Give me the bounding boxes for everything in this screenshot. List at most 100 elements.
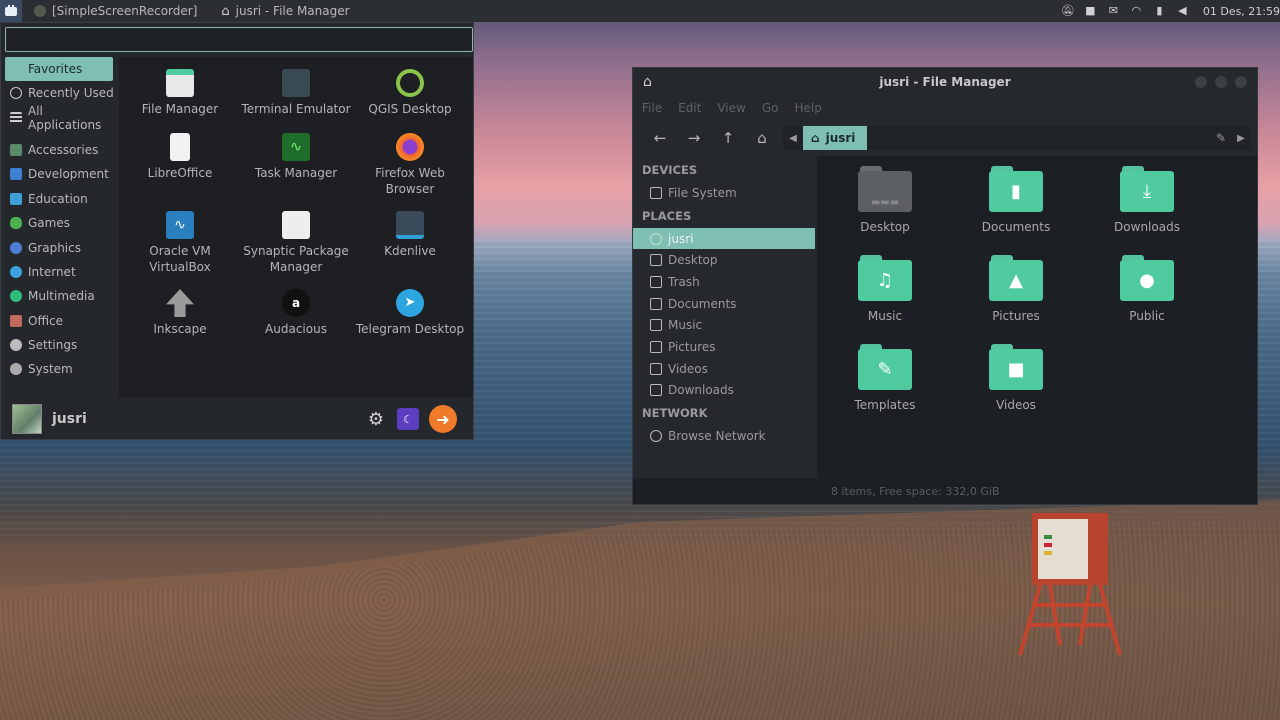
- file-item-music[interactable]: ♫ Music: [830, 255, 940, 323]
- app-terminal-emulator[interactable]: Terminal Emulator: [237, 69, 355, 117]
- menu-edit[interactable]: Edit: [678, 101, 701, 115]
- file-item-pictures[interactable]: ▲ Pictures: [961, 255, 1071, 323]
- app-audacious[interactable]: a Audacious: [237, 289, 355, 337]
- sidebar-item-downloads[interactable]: Downloads: [633, 380, 817, 402]
- download-icon: [650, 384, 662, 397]
- sidebar-item-pictures[interactable]: Pictures: [633, 336, 817, 358]
- office-icon: [10, 314, 22, 327]
- app-inkscape[interactable]: Inkscape: [121, 289, 239, 337]
- category-office[interactable]: Office: [1, 309, 117, 333]
- window-title: jusri - File Manager: [879, 75, 1011, 89]
- battery-icon[interactable]: ▮: [1153, 5, 1166, 17]
- app-grid: File Manager Terminal Emulator QGIS Desk…: [119, 57, 473, 397]
- up-arrow-icon[interactable]: ↑: [711, 129, 745, 147]
- category-all-applications[interactable]: All Applications: [1, 104, 117, 132]
- forward-arrow-icon[interactable]: →: [677, 129, 711, 147]
- virtualbox-icon: ∿: [166, 211, 194, 239]
- category-settings[interactable]: Settings: [1, 333, 117, 357]
- lock-screen-icon[interactable]: ☾: [397, 408, 419, 430]
- file-item-documents[interactable]: ▮ Documents: [961, 166, 1071, 234]
- category-favorites[interactable]: Favorites: [5, 57, 113, 81]
- home-icon: [650, 232, 662, 245]
- menu-search-input[interactable]: [5, 27, 473, 52]
- path-scroll-right-icon[interactable]: ▶: [1231, 133, 1251, 144]
- file-item-public[interactable]: ● Public: [1092, 255, 1202, 323]
- section-network: NETWORK: [642, 406, 708, 421]
- file-item-videos[interactable]: ■ Videos: [961, 344, 1071, 412]
- category-recently-used[interactable]: Recently Used: [1, 81, 117, 105]
- volume-icon[interactable]: ◀: [1176, 5, 1189, 17]
- home-icon: ⌂: [221, 3, 230, 19]
- app-synaptic-package-manager[interactable]: Synaptic Package Manager: [237, 211, 355, 275]
- menu-file[interactable]: File: [642, 101, 662, 115]
- notifications-muted-icon[interactable]: 🔕︎: [1061, 5, 1075, 17]
- downloads-folder-icon: ⤓: [1120, 166, 1174, 212]
- category-games[interactable]: Games: [1, 211, 117, 235]
- app-firefox-web-browser[interactable]: Firefox Web Browser: [351, 133, 469, 197]
- category-internet[interactable]: Internet: [1, 260, 117, 284]
- logout-icon[interactable]: ➜: [429, 405, 457, 433]
- sidebar-item-home[interactable]: jusri: [633, 227, 815, 250]
- category-accessories[interactable]: Accessories: [1, 138, 117, 162]
- window-titlebar[interactable]: ⌂ jusri - File Manager: [633, 68, 1257, 96]
- mail-icon[interactable]: ✉: [1107, 5, 1120, 17]
- avatar: [12, 404, 42, 434]
- videos-folder-icon: ■: [989, 344, 1043, 390]
- sidebar-item-videos[interactable]: Videos: [633, 358, 817, 380]
- screen-recorder-icon: [34, 5, 46, 17]
- file-item-templates[interactable]: ✎ Templates: [830, 344, 940, 412]
- menu-help[interactable]: Help: [794, 101, 821, 115]
- sidebar-item-browse-network[interactable]: Browse Network: [633, 425, 817, 447]
- app-task-manager[interactable]: ∿ Task Manager: [237, 133, 355, 181]
- taskbar-item-file-manager[interactable]: ⌂ jusri - File Manager: [209, 0, 361, 22]
- multimedia-icon: [10, 290, 22, 303]
- network-icon: [650, 430, 662, 443]
- app-telegram-desktop[interactable]: ➤ Telegram Desktop: [351, 289, 469, 337]
- documents-folder-icon: ▮: [989, 166, 1043, 212]
- file-item-desktop[interactable]: ▬▬▬ Desktop: [830, 166, 940, 234]
- templates-folder-icon: ✎: [858, 344, 912, 390]
- settings-gear-icon[interactable]: ⚙: [365, 408, 387, 430]
- music-icon: [650, 319, 662, 332]
- app-oracle-vm-virtualbox[interactable]: ∿ Oracle VM VirtualBox: [121, 211, 239, 275]
- back-arrow-icon[interactable]: ←: [643, 129, 677, 147]
- menu-view[interactable]: View: [717, 101, 745, 115]
- file-item-downloads[interactable]: ⤓ Downloads: [1092, 166, 1202, 234]
- maximize-button[interactable]: [1215, 76, 1227, 88]
- taskbar-item-screen-recorder[interactable]: [SimpleScreenRecorder]: [22, 0, 209, 22]
- sidebar-item-trash[interactable]: Trash: [633, 271, 817, 293]
- category-graphics[interactable]: Graphics: [1, 235, 117, 259]
- category-education[interactable]: Education: [1, 187, 117, 211]
- document-icon: [170, 133, 190, 161]
- sidebar-item-music[interactable]: Music: [633, 314, 817, 336]
- clock-icon: [10, 87, 22, 100]
- app-file-manager[interactable]: File Manager: [121, 69, 239, 117]
- category-multimedia[interactable]: Multimedia: [1, 284, 117, 308]
- breadcrumb-home[interactable]: ⌂ jusri: [803, 126, 868, 150]
- home-button[interactable]: ⌂: [745, 129, 779, 147]
- clock[interactable]: 01 Des, 21:59: [1199, 5, 1280, 18]
- camera-icon[interactable]: ■: [1084, 5, 1097, 17]
- inkscape-icon: [166, 289, 194, 317]
- app-libreoffice[interactable]: LibreOffice: [121, 133, 239, 181]
- edit-path-pencil-icon[interactable]: ✎: [1211, 131, 1231, 145]
- kdenlive-icon: [396, 211, 424, 239]
- package-icon: [282, 211, 310, 239]
- whisker-menu-button[interactable]: [0, 0, 22, 22]
- section-devices: DEVICES: [642, 163, 698, 177]
- category-development[interactable]: Development: [1, 162, 117, 186]
- xfce-mouse-icon: [5, 5, 17, 16]
- app-qgis-desktop[interactable]: QGIS Desktop: [351, 69, 469, 117]
- app-kdenlive[interactable]: Kdenlive: [351, 211, 469, 259]
- category-system[interactable]: System: [1, 357, 117, 381]
- minimize-button[interactable]: [1195, 76, 1207, 88]
- sidebar-item-documents[interactable]: Documents: [633, 293, 817, 315]
- video-icon: [650, 362, 662, 375]
- menu-go[interactable]: Go: [762, 101, 779, 115]
- path-scroll-left-icon[interactable]: ◀: [783, 133, 803, 144]
- sidebar-item-desktop[interactable]: Desktop: [633, 249, 817, 271]
- close-button[interactable]: [1235, 76, 1247, 88]
- wifi-icon[interactable]: ◠: [1130, 5, 1143, 17]
- sidebar-item-file-system[interactable]: File System: [633, 182, 817, 204]
- desktop-folder-icon: ▬▬▬: [858, 166, 912, 212]
